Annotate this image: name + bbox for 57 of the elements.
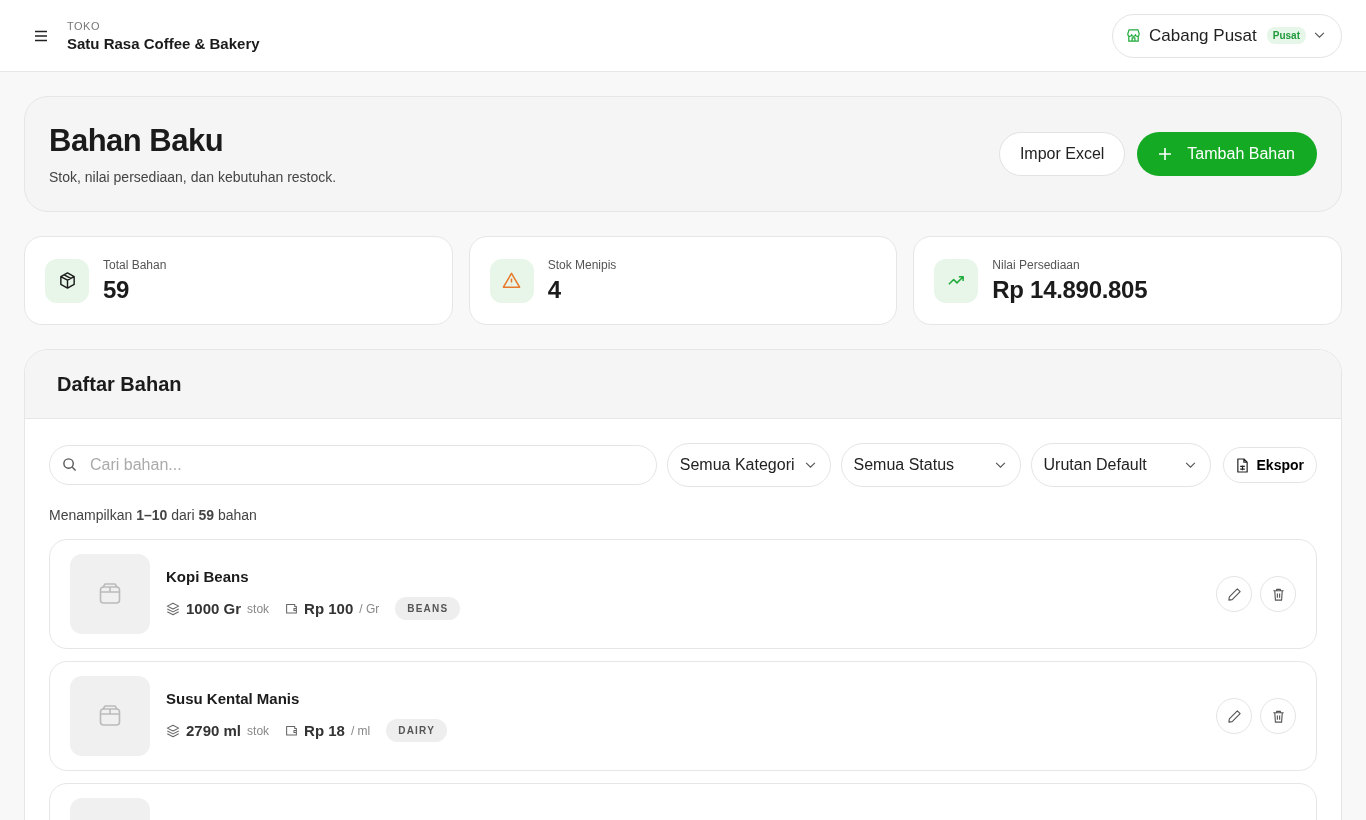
box-icon bbox=[57, 271, 77, 290]
stock-amount: 2790 ml bbox=[186, 722, 242, 739]
box-icon bbox=[98, 582, 122, 606]
pencil-icon bbox=[1226, 708, 1242, 724]
stock-label: stok bbox=[247, 601, 270, 616]
wallet-icon bbox=[285, 724, 299, 737]
warning-icon bbox=[502, 271, 522, 290]
results-summary: Menampilkan 1–10 dari 59 bahan bbox=[49, 507, 258, 523]
layers-icon bbox=[166, 601, 180, 616]
price-unit: / Gr bbox=[359, 601, 380, 616]
ingredient-name: Kopi Beans bbox=[166, 568, 250, 585]
trash-icon bbox=[1270, 586, 1286, 602]
stat-label: Stok Menipis bbox=[547, 257, 617, 272]
edit-button[interactable] bbox=[1216, 698, 1252, 734]
branch-selector[interactable]: Cabang Pusat Pusat bbox=[1112, 13, 1342, 58]
price-unit: / ml bbox=[350, 723, 371, 738]
chevron-down-icon bbox=[804, 461, 816, 469]
stat-value: 59 bbox=[103, 275, 131, 304]
delete-button[interactable] bbox=[1260, 698, 1296, 734]
chevron-down-icon bbox=[994, 461, 1006, 469]
branch-badge: Pusat bbox=[1266, 27, 1306, 44]
store-icon bbox=[1126, 28, 1141, 43]
menu-icon[interactable] bbox=[34, 29, 48, 42]
store-name: Satu Rasa Coffee & Bakery bbox=[67, 34, 260, 52]
search-field[interactable]: Cari bahan... bbox=[49, 445, 657, 485]
chevron-down-icon bbox=[1184, 461, 1196, 469]
trash-icon bbox=[1270, 708, 1286, 724]
category-tag: BEANS bbox=[395, 597, 461, 620]
document-icon bbox=[1235, 457, 1249, 473]
stat-label: Total Bahan bbox=[103, 257, 167, 272]
panel-title: Daftar Bahan bbox=[57, 372, 182, 396]
page-title: Bahan Baku bbox=[49, 123, 225, 159]
store-label: TOKO bbox=[67, 19, 101, 32]
layers-icon bbox=[166, 723, 180, 738]
filter-dropdown[interactable]: Semua Kategori bbox=[666, 443, 831, 487]
plus-icon bbox=[1159, 148, 1172, 160]
filter-dropdown[interactable]: Urutan Default bbox=[1030, 443, 1211, 487]
box-icon bbox=[98, 704, 122, 728]
wallet-icon bbox=[285, 602, 299, 615]
unit-price: Rp 100 bbox=[304, 600, 354, 617]
edit-button[interactable] bbox=[1216, 576, 1252, 612]
category-tag: DAIRY bbox=[386, 719, 447, 742]
search-icon bbox=[62, 457, 77, 472]
filter-dropdown[interactable]: Semua Status bbox=[840, 443, 1021, 487]
chevron-down-icon bbox=[1314, 32, 1325, 39]
stat-value: 4 bbox=[547, 275, 562, 304]
stat-label: Nilai Persediaan bbox=[992, 257, 1081, 272]
import-button[interactable]: Impor Excel bbox=[998, 132, 1126, 176]
delete-button[interactable] bbox=[1260, 576, 1296, 612]
pencil-icon bbox=[1226, 586, 1242, 602]
ingredient-name: Susu Kental Manis bbox=[166, 690, 301, 707]
stock-amount: 1000 Gr bbox=[186, 600, 242, 617]
unit-price: Rp 18 bbox=[304, 722, 345, 739]
export-button[interactable]: Ekspor bbox=[1222, 447, 1317, 483]
stock-label: stok bbox=[247, 723, 270, 738]
page-subtitle: Stok, nilai persediaan, dan kebutuhan restock. bbox=[49, 169, 337, 185]
stat-value: Rp 14.890.805 bbox=[992, 275, 1148, 304]
